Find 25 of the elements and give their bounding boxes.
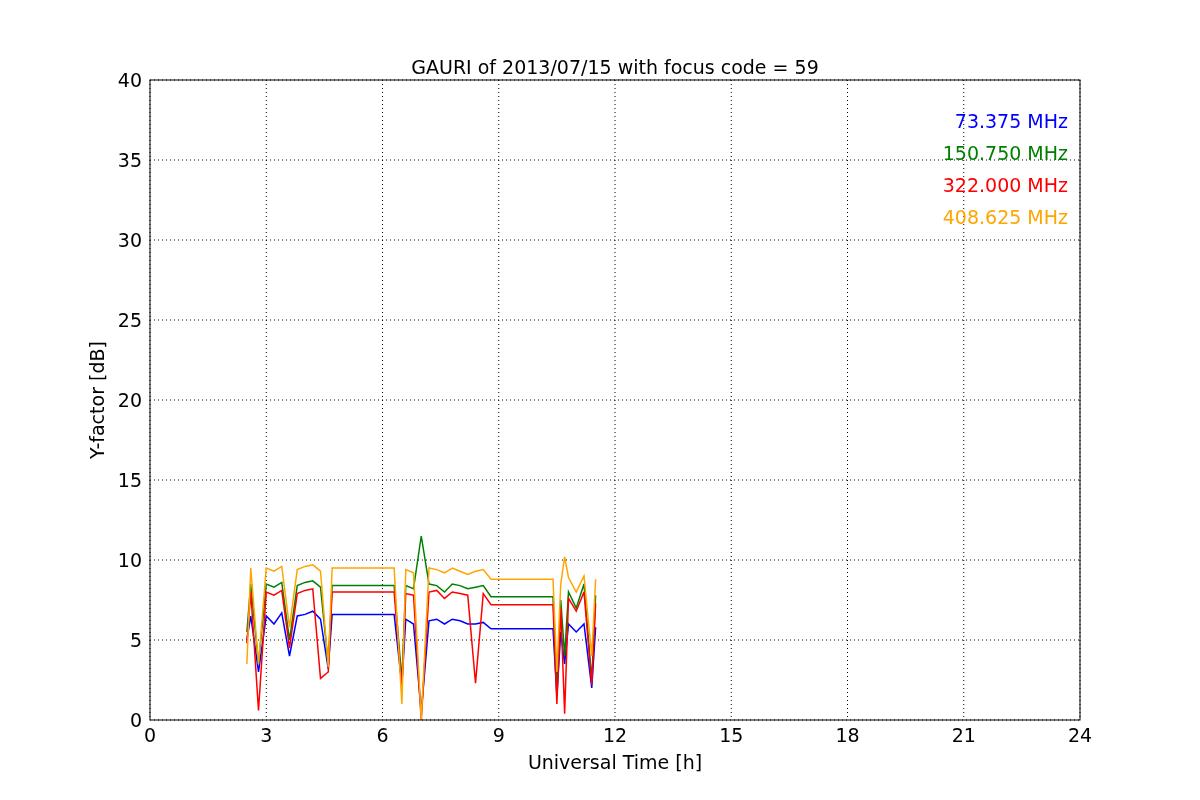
tick-label: 30 xyxy=(117,229,142,251)
tick-label: 6 xyxy=(376,724,389,746)
tick-label: 24 xyxy=(1067,724,1093,746)
chart-title: GAURI of 2013/07/15 with focus code = 59 xyxy=(411,56,819,78)
tick-label: 9 xyxy=(492,724,505,746)
tick-label: 12 xyxy=(602,724,628,746)
tick-label: 15 xyxy=(719,724,744,746)
tick-label: 35 xyxy=(117,149,142,171)
tick-label: 10 xyxy=(117,549,142,571)
tick-label: 40 xyxy=(117,69,142,91)
axis-label: Universal Time [h] xyxy=(527,751,703,773)
tick-label: 18 xyxy=(835,724,860,746)
tick-label: 0 xyxy=(143,724,157,746)
legend-label: 322.000 MHz xyxy=(942,174,1068,196)
tick-label: 5 xyxy=(129,629,142,651)
tick-label: 25 xyxy=(117,309,142,331)
axis-label: Y-factor [dB] xyxy=(86,341,108,459)
tick-label: 0 xyxy=(129,709,142,731)
legend-label: 73.375 MHz xyxy=(954,110,1068,132)
tick-label: 3 xyxy=(260,724,273,746)
tick-label: 21 xyxy=(951,724,976,746)
legend-label: 408.625 MHz xyxy=(942,206,1068,228)
tick-label: 15 xyxy=(117,469,142,491)
tick-label: 20 xyxy=(117,389,142,411)
legend-label: 150.750 MHz xyxy=(942,142,1068,164)
